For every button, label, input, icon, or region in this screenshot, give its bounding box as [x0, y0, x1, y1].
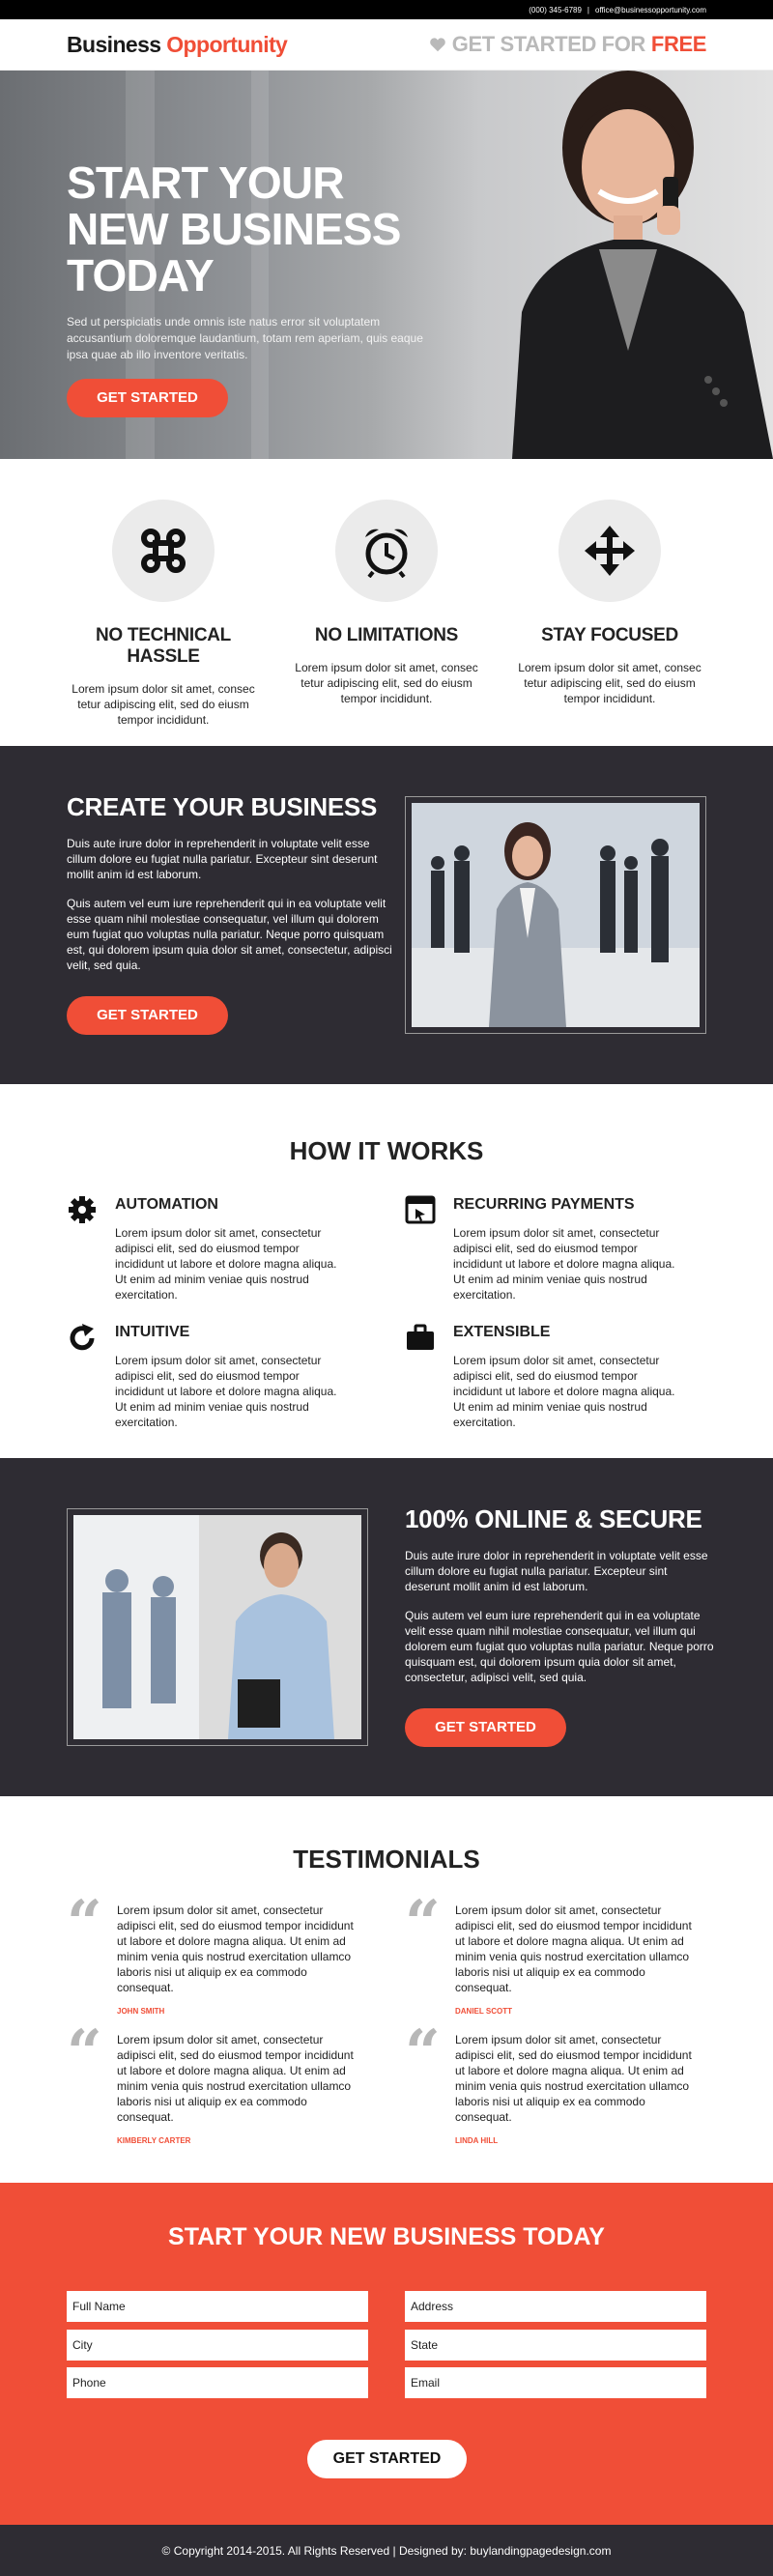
move-arrows-icon [585, 526, 635, 576]
site-header: Business Opportunity GET STARTED FOR FRE… [0, 19, 773, 71]
feature-title: NO LIMITATIONS [314, 625, 459, 645]
testimonials-title: TESTIMONIALS [293, 1845, 480, 1874]
testimonial-item: “ Lorem ipsum dolor sit amet, consectetu… [67, 1893, 361, 2017]
testimonials-section: TESTIMONIALS “ Lorem ipsum dolor sit ame… [0, 1796, 773, 2183]
create-title: CREATE YOUR BUSINESS [67, 792, 377, 821]
form-title: START YOUR NEW BUSINESS TODAY [168, 2223, 605, 2250]
businessman-image [73, 1515, 361, 1739]
testimonial-author: JOHN SMITH [117, 2007, 165, 2016]
how-item-text: Lorem ipsum dolor sit amet, consectetur … [453, 1226, 675, 1302]
team-photo-frame [405, 796, 706, 1034]
header-cta[interactable]: GET STARTED FOR FREE [429, 32, 706, 57]
features-section: NO TECHNICAL HASSLE Lorem ipsum dolor si… [0, 459, 773, 746]
header-cta-free: FREE [650, 32, 706, 56]
testimonial-author: KIMBERLY CARTER [117, 2136, 191, 2145]
how-item: RECURRING PAYMENTS Lorem ipsum dolor sit… [405, 1195, 685, 1302]
create-paragraph-1: Duis aute irure dolor in reprehenderit i… [67, 837, 378, 881]
how-item-text: Lorem ipsum dolor sit amet, consectetur … [115, 1226, 337, 1302]
feature-item: NO TECHNICAL HASSLE Lorem ipsum dolor si… [67, 500, 260, 746]
how-item-title: EXTENSIBLE [453, 1324, 551, 1340]
logo-part2: Opportunity [166, 31, 288, 57]
logo[interactable]: Business Opportunity [67, 31, 288, 58]
briefcase-icon [407, 1324, 434, 1350]
header-cta-text: GET STARTED FOR [451, 32, 646, 56]
how-item-text: Lorem ipsum dolor sit amet, consectetur … [115, 1354, 337, 1429]
testimonial-item: “ Lorem ipsum dolor sit amet, consectetu… [67, 2022, 361, 2146]
business-team-image [412, 803, 700, 1027]
contact-separator: | [587, 5, 589, 14]
full-name-field[interactable] [67, 2291, 368, 2322]
testimonial-author: LINDA HILL [455, 2136, 499, 2145]
feature-text: Lorem ipsum dolor sit amet, consec tetur… [295, 661, 478, 705]
how-item-text: Lorem ipsum dolor sit amet, consectetur … [453, 1354, 675, 1429]
testimonial-text: Lorem ipsum dolor sit amet, consectetur … [455, 2033, 692, 2124]
testimonial-item: “ Lorem ipsum dolor sit amet, consectetu… [405, 1893, 700, 2017]
hero-get-started-button[interactable]: GET STARTED [67, 379, 228, 417]
how-it-works-section: HOW IT WORKS AUTOMATION Lorem ipsum dolo… [0, 1084, 773, 1458]
hero-subtitle: Sed ut perspiciatis unde omnis iste natu… [67, 315, 423, 361]
testimonial-text: Lorem ipsum dolor sit amet, consectetur … [117, 1903, 354, 1994]
secure-title: 100% ONLINE & SECURE [405, 1504, 702, 1533]
logo-part1: Business [67, 31, 161, 57]
create-copy: CREATE YOUR BUSINESS Duis aute irure dol… [67, 792, 395, 1035]
create-paragraph-2: Quis autem vel eum iure reprehenderit qu… [67, 897, 392, 972]
feature-item: STAY FOCUSED Lorem ipsum dolor sit amet,… [513, 500, 706, 746]
site-footer: © Copyright 2014-2015. All Rights Reserv… [0, 2525, 773, 2576]
create-business-section: CREATE YOUR BUSINESS Duis aute irure dol… [0, 746, 773, 1084]
how-item-title: INTUITIVE [115, 1324, 190, 1340]
alarm-clock-icon [365, 529, 408, 578]
professional-photo-frame [67, 1508, 368, 1746]
quote-icon: “ [405, 1887, 441, 1960]
signup-form-section: START YOUR NEW BUSINESS TODAY GET STARTE… [0, 2183, 773, 2525]
online-secure-section: 100% ONLINE & SECURE Duis aute irure dol… [0, 1458, 773, 1796]
testimonial-author: DANIEL SCOTT [455, 2007, 512, 2016]
contact-phone: (000) 345-6789 [529, 5, 582, 14]
secure-copy: 100% ONLINE & SECURE Duis aute irure dol… [405, 1504, 714, 1747]
phone-field[interactable] [67, 2367, 368, 2398]
how-item: EXTENSIBLE Lorem ipsum dolor sit amet, c… [405, 1324, 685, 1430]
testimonial-item: “ Lorem ipsum dolor sit amet, consectetu… [405, 2022, 700, 2146]
feature-icon-circle [335, 500, 438, 602]
testimonial-text: Lorem ipsum dolor sit amet, consectetur … [117, 2033, 354, 2124]
hero-title: START YOUR NEW BUSINESS TODAY [67, 157, 401, 301]
secure-paragraph-1: Duis aute irure dolor in reprehenderit i… [405, 1549, 708, 1593]
browser-window-icon [405, 1195, 436, 1224]
quote-icon: “ [67, 2017, 102, 2089]
state-field[interactable] [405, 2330, 706, 2361]
how-title: HOW IT WORKS [289, 1136, 484, 1165]
contact-email[interactable]: office@businessopportunity.com [595, 6, 706, 14]
feature-icon-circle [558, 500, 661, 602]
create-get-started-button[interactable]: GET STARTED [67, 996, 228, 1035]
feature-text: Lorem ipsum dolor sit amet, consec tetur… [518, 661, 701, 705]
quote-icon: “ [67, 1887, 102, 1960]
footer-copyright: © Copyright 2014-2015. All Rights Reserv… [161, 2543, 612, 2558]
testimonial-text: Lorem ipsum dolor sit amet, consectetur … [455, 1903, 692, 1994]
quote-icon: “ [405, 2017, 441, 2089]
feature-icon-circle [112, 500, 215, 602]
top-contact-bar: (000) 345-6789 | office@businessopportun… [0, 0, 773, 19]
feature-item: NO LIMITATIONS Lorem ipsum dolor sit ame… [290, 500, 483, 746]
feature-text: Lorem ipsum dolor sit amet, consec tetur… [72, 682, 255, 727]
hero-businesswoman-image [512, 71, 773, 459]
form-submit-button[interactable]: GET STARTED [307, 2440, 467, 2478]
hero-copy: START YOUR NEW BUSINESS TODAY Sed ut per… [67, 159, 434, 417]
feature-title: STAY FOCUSED [541, 625, 678, 645]
hero-section: START YOUR NEW BUSINESS TODAY Sed ut per… [0, 71, 773, 459]
email-field[interactable] [405, 2367, 706, 2398]
how-item: AUTOMATION Lorem ipsum dolor sit amet, c… [67, 1196, 347, 1302]
heart-icon [429, 38, 445, 52]
secure-paragraph-2: Quis autem vel eum iure reprehenderit qu… [405, 1609, 714, 1684]
city-field[interactable] [67, 2330, 368, 2361]
secure-get-started-button[interactable]: GET STARTED [405, 1708, 566, 1747]
how-item-title: RECURRING PAYMENTS [453, 1196, 635, 1213]
how-item-title: AUTOMATION [115, 1196, 218, 1213]
command-icon [141, 529, 186, 573]
gear-icon [69, 1196, 96, 1223]
how-item: INTUITIVE Lorem ipsum dolor sit amet, co… [67, 1324, 347, 1430]
address-field[interactable] [405, 2291, 706, 2322]
feature-title: NO TECHNICAL HASSLE [96, 625, 231, 667]
refresh-icon [70, 1324, 95, 1351]
